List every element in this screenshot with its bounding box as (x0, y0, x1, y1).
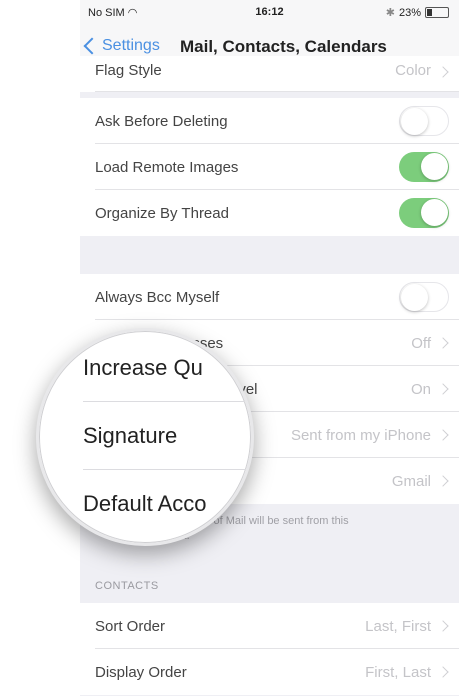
row-value: Color (395, 62, 431, 79)
bluetooth-icon: ✱ (385, 7, 395, 19)
chevron-left-icon (83, 37, 101, 55)
row-sort-order[interactable]: Sort Order Last, First (80, 603, 459, 649)
chevron-right-icon (437, 66, 449, 78)
ask-before-deleting-toggle[interactable] (399, 106, 449, 136)
magnified-label: Signature (83, 423, 178, 448)
divider (83, 401, 251, 402)
row-label: Ask Before Deleting (95, 112, 228, 130)
row-display-order[interactable]: Display Order First, Last (80, 649, 459, 695)
row-value: First, Last (365, 663, 431, 681)
magnified-label: Increase Qu (83, 355, 203, 380)
row-organize-by-thread: Organize By Thread (80, 190, 459, 236)
chevron-right-icon (437, 383, 449, 395)
row-label: Organize By Thread (95, 204, 229, 222)
contacts-section-header: CONTACTS (95, 580, 159, 592)
divider (83, 469, 251, 470)
status-bar: No SIM ◠ 16:12 ✱ 23% (80, 0, 459, 24)
row-value: Gmail (391, 472, 431, 490)
organize-by-thread-toggle[interactable] (399, 198, 449, 228)
row-label: Display Order (95, 663, 187, 681)
page-title: Mail, Contacts, Calendars (180, 37, 387, 56)
magnified-row-default-account: Default Acco (39, 471, 251, 535)
magnified-row-signature: Signature (39, 403, 251, 467)
magnified-row-increase-quote: Increase Qu (39, 335, 251, 399)
row-value: Sent from my iPhone (290, 426, 431, 444)
row-label: Load Remote Images (95, 158, 239, 176)
load-remote-images-toggle[interactable] (399, 152, 449, 182)
row-ask-before-deleting: Ask Before Deleting (80, 98, 459, 144)
chevron-right-icon (437, 666, 449, 678)
battery-percent: 23% (398, 6, 421, 19)
magnified-label: Default Acco (83, 491, 207, 516)
back-button[interactable]: Settings (83, 37, 160, 55)
row-value: On (410, 380, 431, 398)
row-value: Last, First (365, 617, 431, 635)
chevron-right-icon (437, 475, 449, 487)
chevron-right-icon (437, 337, 449, 349)
row-label: Flag Style (95, 62, 162, 79)
back-label: Settings (102, 37, 160, 54)
row-label: Always Bcc Myself (95, 288, 220, 306)
chevron-right-icon (437, 429, 449, 441)
row-label: Sort Order (95, 617, 166, 635)
chevron-right-icon (437, 620, 449, 632)
battery-status: ✱ 23% (386, 6, 449, 19)
magnifier-lens: Increase Qu Signature Default Acco (36, 328, 254, 546)
always-bcc-toggle[interactable] (399, 282, 449, 312)
row-value: Off (411, 334, 431, 352)
divider (95, 91, 459, 92)
row-always-bcc: Always Bcc Myself (80, 274, 459, 320)
battery-icon (425, 7, 449, 18)
row-load-remote-images: Load Remote Images (80, 144, 459, 190)
row-flag-style[interactable]: Flag Style Color (80, 56, 459, 92)
